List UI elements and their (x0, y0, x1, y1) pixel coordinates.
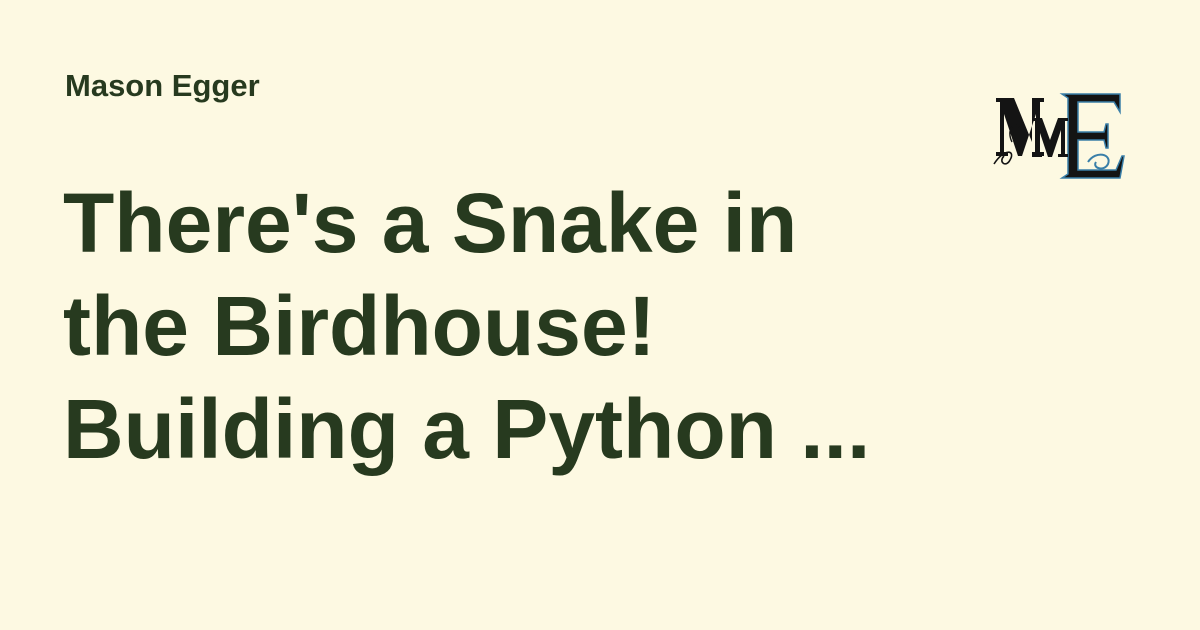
post-title-line: the Birdhouse! (63, 279, 656, 373)
logo-letter-e (1059, 93, 1125, 179)
monogram-logo-icon (992, 90, 1127, 182)
social-card: Mason Egger There's a Snake in the Birdh… (0, 0, 1200, 630)
post-title-line: Building a Python ... (63, 382, 871, 476)
post-title: There's a Snake in the Birdhouse! Buildi… (63, 172, 923, 481)
post-title-line: There's a Snake in (63, 176, 798, 270)
logo-letter-m-small (1032, 118, 1068, 157)
author-name: Mason Egger (65, 68, 260, 103)
